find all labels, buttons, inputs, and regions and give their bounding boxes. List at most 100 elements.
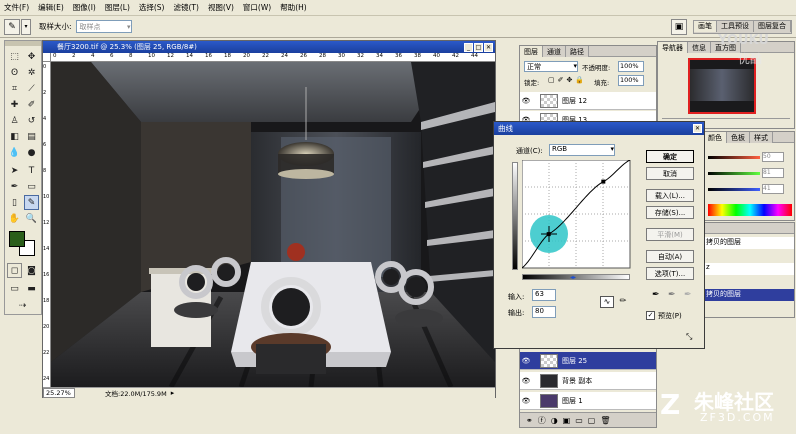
foreground-color-swatch[interactable] (9, 231, 25, 247)
pen-tool-icon[interactable]: ✒ (7, 179, 22, 194)
curve-mode-icon[interactable]: ∿ (600, 296, 614, 308)
visibility-eye-icon[interactable]: 👁 (520, 397, 532, 405)
lock-icons[interactable]: ▢✐✥🔒 (548, 76, 587, 84)
dialog-expand-icon[interactable]: ⤡ (686, 332, 692, 342)
history-brush-icon[interactable]: ↺ (24, 113, 39, 128)
red-value[interactable]: 50 (762, 152, 784, 162)
green-value[interactable]: 81 (762, 168, 784, 178)
crop-tool-icon[interactable]: ⌗ (7, 81, 22, 96)
panel-tab[interactable]: 色板 (727, 132, 750, 143)
panel-tab[interactable]: 图层 (520, 46, 543, 57)
ruler-horizontal[interactable]: 0 2 4 6 8 10 12 14 16 18 20 22 24 26 28 30 32 34 36 38 40 42 4… (51, 53, 495, 62)
hand-tool-icon[interactable]: ✋ (7, 211, 22, 226)
cancel-button[interactable]: 取消 (646, 167, 694, 180)
blur-tool-icon[interactable]: 💧 (7, 145, 22, 160)
layer-row[interactable]: 👁 背景 副本 (520, 372, 656, 390)
menu-item[interactable]: 文件(F) (4, 2, 29, 13)
layer-row-selected[interactable]: 👁 图层 25 (520, 352, 656, 370)
screen-mode-1-icon[interactable]: ▭ (7, 281, 22, 296)
screen-mode-2-icon[interactable]: ▬ (24, 281, 39, 296)
opacity-field[interactable]: 100% (618, 61, 644, 72)
red-slider[interactable] (708, 156, 760, 159)
blend-mode-select[interactable]: 正常 ▾ (524, 61, 578, 72)
curve-point[interactable] (601, 179, 606, 184)
visibility-eye-icon[interactable]: 👁 (520, 357, 532, 365)
menu-item[interactable]: 窗口(W) (243, 2, 271, 13)
minimize-icon[interactable]: _ (464, 42, 473, 52)
maximize-icon[interactable]: □ (474, 42, 483, 52)
menu-item[interactable]: 选择(S) (139, 2, 165, 13)
zoom-field[interactable]: 25.27% (43, 388, 75, 398)
menu-item[interactable]: 视图(V) (208, 2, 234, 13)
preset-dropdown-icon[interactable]: ▾ (21, 18, 31, 35)
visibility-eye-icon[interactable]: 👁 (520, 97, 532, 105)
visibility-eye-icon[interactable]: 👁 (520, 377, 532, 385)
marquee-tool-icon[interactable]: ⬚ (7, 49, 22, 64)
brush-tool-icon[interactable]: ✐ (24, 97, 39, 112)
preview-checkbox[interactable]: ✓ (646, 311, 655, 320)
slice-tool-icon[interactable]: ⟋ (24, 81, 39, 96)
black-eyedropper-icon[interactable]: ✒ (652, 290, 660, 300)
menu-item[interactable]: 图像(I) (73, 2, 96, 13)
sample-size-select[interactable]: 取样点 ▾ (75, 20, 132, 33)
gray-eyedropper-icon[interactable]: ✒ (668, 290, 676, 300)
jump-to-imageready-icon[interactable]: ⇢ (15, 298, 30, 313)
panel-tab[interactable]: 通道 (543, 46, 566, 57)
white-eyedropper-icon[interactable]: ✒ (684, 290, 692, 300)
lasso-tool-icon[interactable]: ʘ (7, 65, 22, 80)
notes-tool-icon[interactable]: ▯ (7, 195, 22, 210)
move-tool-icon[interactable]: ✥ (24, 49, 39, 64)
healing-brush-icon[interactable]: ✚ (7, 97, 22, 112)
eyedropper-preset-icon[interactable]: ✎ (4, 18, 20, 35)
blue-value[interactable]: 41 (762, 184, 784, 194)
layer-actions-bar[interactable]: ⚭ⓕ◑▣▭▢🗑 (520, 412, 656, 427)
menu-item[interactable]: 编辑(E) (38, 2, 64, 13)
shape-tool-icon[interactable]: ▭ (24, 179, 39, 194)
gradient-tool-icon[interactable]: ▤ (24, 129, 39, 144)
panel-tab[interactable]: 样式 (750, 132, 773, 143)
fill-field[interactable]: 100% (618, 75, 644, 86)
eraser-tool-icon[interactable]: ◧ (7, 129, 22, 144)
close-icon[interactable]: ✕ (484, 42, 493, 52)
load-button[interactable]: 载入(L)... (646, 189, 694, 202)
panel-tab[interactable]: 图层复合 (754, 20, 791, 32)
zoom-tool-icon[interactable]: 🔍 (24, 211, 39, 226)
menu-item[interactable]: 滤镜(T) (174, 2, 199, 13)
standard-mode-icon[interactable]: ◻ (7, 263, 22, 278)
panel-tab[interactable]: 工具预设 (717, 20, 754, 32)
ok-button[interactable]: 确定 (646, 150, 694, 163)
status-menu-icon[interactable]: ▸ (171, 389, 175, 397)
clone-stamp-icon[interactable]: ♙ (7, 113, 22, 128)
panel-tab[interactable]: 颜色 (704, 132, 727, 143)
history-item-selected[interactable]: 拷贝的图层 (704, 289, 794, 301)
panel-tab[interactable]: 画笔 (694, 20, 717, 32)
magic-wand-icon[interactable]: ✲ (24, 65, 39, 80)
dodge-tool-icon[interactable]: ● (24, 145, 39, 160)
menu-item[interactable]: 帮助(H) (280, 2, 307, 13)
panel-tab[interactable]: 路径 (566, 46, 589, 57)
gradient-toggle-icon[interactable]: ◂▸ (570, 274, 576, 281)
output-value-field[interactable]: 80 (532, 306, 556, 318)
panel-tab[interactable]: 信息 (688, 42, 711, 53)
menu-item[interactable]: 图层(L) (105, 2, 130, 13)
auto-button[interactable]: 自动(A) (646, 250, 694, 263)
dialog-close-icon[interactable]: ✕ (693, 124, 702, 133)
file-browser-icon[interactable]: ▣ (671, 18, 687, 35)
path-select-icon[interactable]: ➤ (7, 163, 22, 178)
blue-slider[interactable] (708, 188, 760, 191)
smooth-button[interactable]: 平滑(M) (646, 228, 694, 241)
options-button[interactable]: 选项(T)... (646, 267, 694, 280)
quick-mask-icon[interactable]: ◙ (24, 263, 39, 278)
green-slider[interactable] (708, 172, 760, 175)
ruler-vertical[interactable]: 0 2 4 6 8 10 12 14 16 18 20 22 24 (43, 62, 51, 387)
history-item[interactable]: 拷贝的图层 (704, 237, 794, 249)
save-button[interactable]: 存储(S)... (646, 206, 694, 219)
layer-row[interactable]: 👁 图层 12 (520, 92, 656, 110)
history-item[interactable]: z (704, 263, 794, 275)
panel-tab[interactable]: 导航器 (658, 42, 688, 53)
channel-select[interactable]: RGB ▾ (549, 144, 615, 156)
pencil-mode-icon[interactable]: ✏ (616, 296, 630, 308)
type-tool-icon[interactable]: T (24, 163, 39, 178)
layer-row[interactable]: 👁 图层 1 (520, 392, 656, 410)
image-canvas[interactable] (51, 62, 495, 387)
